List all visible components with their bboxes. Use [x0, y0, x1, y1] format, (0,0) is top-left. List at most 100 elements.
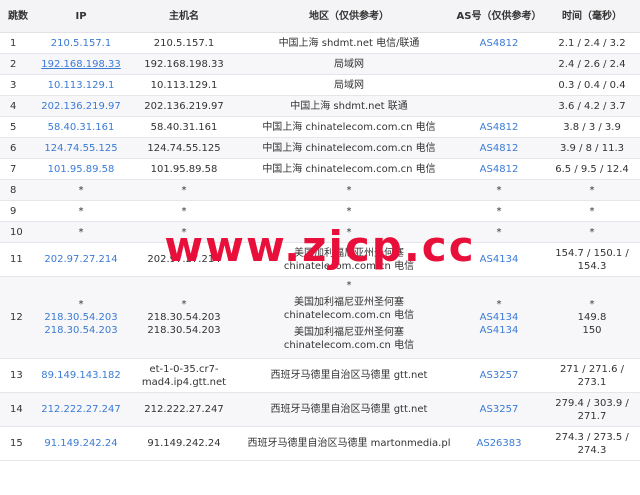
- hop-number: 9: [0, 200, 38, 222]
- hostname-cell: et-1-0-35.cr7-mad4.ip4.gtt.net: [124, 358, 244, 393]
- ip-link[interactable]: 218.30.54.203: [40, 311, 122, 324]
- region: *: [346, 205, 352, 217]
- ip-link-cell: *: [38, 221, 124, 243]
- ip-link[interactable]: 192.168.198.33: [40, 58, 122, 71]
- table-row: 4 202.136.219.97 202.136.219.97 中国上海 shdmt.…: [0, 95, 640, 117]
- hostname: 91.149.242.24: [147, 438, 221, 449]
- hostname-cell: *: [124, 221, 244, 243]
- header-as: AS号（仅供参考）: [454, 0, 544, 33]
- region-cell: 西班牙马德里自治区马德里 gtt.net: [244, 392, 454, 427]
- region: 西班牙马德里自治区马德里 martonmedia.pl: [247, 438, 451, 449]
- region-cell: 中国上海 shdmt.net 电信/联通: [244, 32, 454, 54]
- ip-link[interactable]: 212.222.27.247: [40, 403, 122, 416]
- as-link[interactable]: AS3257: [456, 403, 542, 416]
- as-link-cell: AS4812: [454, 32, 544, 54]
- ip-link[interactable]: 89.149.143.182: [40, 369, 122, 382]
- as-link-cell: *: [454, 179, 544, 201]
- ip-link-cell: 124.74.55.125: [38, 137, 124, 159]
- ip-link[interactable]: 91.149.242.24: [40, 437, 122, 450]
- hostname-cell: *: [124, 200, 244, 222]
- ip-link-cell: 89.149.143.182: [38, 358, 124, 393]
- latency: 271 / 271.6 / 273.1: [544, 358, 640, 393]
- as-link[interactable]: AS26383: [456, 437, 542, 450]
- region: 中国上海 shdmt.net 电信/联通: [278, 37, 420, 49]
- as-link[interactable]: AS4134: [456, 324, 542, 337]
- hostname-cell: 91.149.242.24: [124, 426, 244, 461]
- hostname: 202.97.27.214: [147, 254, 221, 265]
- table-row: 15 91.149.242.24 91.149.242.24 西班牙马德里自治区马德里…: [0, 426, 640, 461]
- ip-link[interactable]: 10.113.129.1: [40, 79, 122, 92]
- header-region: 地区（仅供参考）: [244, 0, 454, 33]
- region-cell: *: [244, 221, 454, 243]
- hostname-cell: 202.136.219.97: [124, 95, 244, 117]
- table-row: 10 * * * * *: [0, 221, 640, 243]
- latency: 3.6 / 4.2 / 3.7: [544, 95, 640, 117]
- hop-number: 12: [0, 276, 38, 359]
- ip-link[interactable]: 210.5.157.1: [40, 37, 122, 50]
- hostname-cell: 202.97.27.214: [124, 242, 244, 277]
- region: 西班牙马德里自治区马德里 gtt.net: [270, 370, 428, 381]
- table-row: 12 * 218.30.54.203 218.30.54.203 * 218.30.54.…: [0, 276, 640, 359]
- region-cell: *: [244, 179, 454, 201]
- region-cell: 西班牙马德里自治区马德里 gtt.net: [244, 358, 454, 393]
- as-link[interactable]: AS3257: [456, 369, 542, 382]
- ip-link-cell: 202.97.27.214: [38, 242, 124, 277]
- as-link-cell: AS3257: [454, 392, 544, 427]
- region-cell: 美国加利福尼亚州圣何塞 chinatelecom.com.cn 电信: [244, 242, 454, 277]
- ip-link: *: [78, 299, 84, 310]
- hop-number: 14: [0, 392, 38, 427]
- hostname-cell: 192.168.198.33: [124, 53, 244, 75]
- hop-number: 1: [0, 32, 38, 54]
- ip-link[interactable]: 58.40.31.161: [40, 121, 122, 134]
- as-link[interactable]: AS4812: [456, 37, 542, 50]
- hop-number: 5: [0, 116, 38, 138]
- ip-link-cell: *: [38, 179, 124, 201]
- ip-link[interactable]: 218.30.54.203: [40, 324, 122, 337]
- as-link-cell: [454, 53, 544, 75]
- region-cell: * 美国加利福尼亚州圣何塞 chinatelecom.com.cn 电信 美国加利福…: [244, 276, 454, 359]
- ip-link[interactable]: 202.97.27.214: [40, 253, 122, 266]
- hostname: 218.30.54.203: [147, 312, 221, 323]
- as-link[interactable]: AS4812: [456, 121, 542, 134]
- table-header-row: 跳数 IP 主机名 地区（仅供参考） AS号（仅供参考） 时间（毫秒）: [0, 0, 640, 33]
- region: 美国加利福尼亚州圣何塞 chinatelecom.com.cn 电信: [283, 327, 415, 351]
- as-link[interactable]: AS4134: [456, 311, 542, 324]
- hop-number: 4: [0, 95, 38, 117]
- as-link[interactable]: AS4134: [456, 253, 542, 266]
- as-link-cell: *: [454, 221, 544, 243]
- region: 局域网: [334, 79, 364, 91]
- ip-link-cell: 58.40.31.161: [38, 116, 124, 138]
- ip-link[interactable]: 124.74.55.125: [40, 142, 122, 155]
- ip-link-cell: 210.5.157.1: [38, 32, 124, 54]
- table-row: 7 101.95.89.58 101.95.89.58 中国上海 chinatelec…: [0, 158, 640, 180]
- table-row: 3 10.113.129.1 10.113.129.1 局域网 0.3 / 0.4 / …: [0, 74, 640, 96]
- latency: 3.8 / 3 / 3.9: [544, 116, 640, 138]
- region: 西班牙马德里自治区马德里 gtt.net: [270, 404, 428, 415]
- hostname: 124.74.55.125: [147, 142, 221, 154]
- hop-number: 3: [0, 74, 38, 96]
- as-link-cell: [454, 95, 544, 117]
- hostname: *: [181, 299, 187, 310]
- hostname: 58.40.31.161: [150, 121, 218, 133]
- ip-link[interactable]: 101.95.89.58: [40, 163, 122, 176]
- region: 美国加利福尼亚州圣何塞 chinatelecom.com.cn 电信: [283, 247, 415, 272]
- ip-link[interactable]: 202.136.219.97: [40, 100, 122, 113]
- hop-number: 7: [0, 158, 38, 180]
- as-link: *: [496, 205, 502, 217]
- as-link-cell: AS4134: [454, 242, 544, 277]
- hostname-cell: *: [124, 179, 244, 201]
- hostname-cell: 210.5.157.1: [124, 32, 244, 54]
- ip-link-cell: 212.222.27.247: [38, 392, 124, 427]
- hostname: et-1-0-35.cr7-mad4.ip4.gtt.net: [141, 363, 227, 388]
- hostname: 218.30.54.203: [147, 325, 221, 336]
- ip-link: *: [78, 205, 84, 217]
- region-cell: 中国上海 chinatelecom.com.cn 电信: [244, 116, 454, 138]
- region: *: [346, 184, 352, 196]
- hostname-cell: * 218.30.54.203 218.30.54.203: [124, 276, 244, 359]
- hostname: *: [181, 205, 187, 217]
- as-link[interactable]: AS4812: [456, 163, 542, 176]
- latency: 154.7 / 150.1 / 154.3: [544, 242, 640, 277]
- table-row: 6 124.74.55.125 124.74.55.125 中国上海 chinatel…: [0, 137, 640, 159]
- as-link[interactable]: AS4812: [456, 142, 542, 155]
- table-row: 1 210.5.157.1 210.5.157.1 中国上海 shdmt.net 电信…: [0, 32, 640, 54]
